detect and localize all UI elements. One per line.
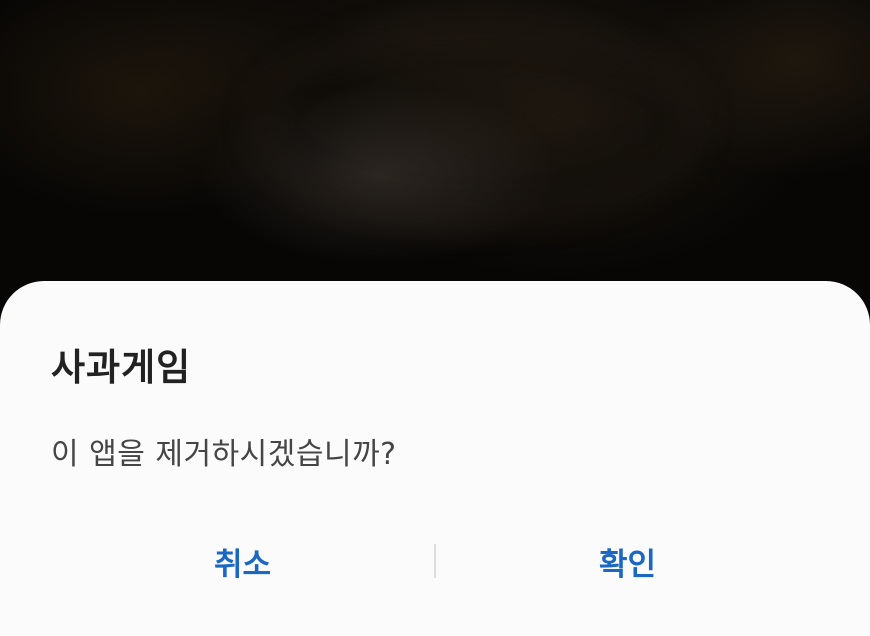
uninstall-dialog: 사과게임 이 앱을 제거하시겠습니까? 취소 확인: [0, 281, 870, 636]
blurred-background-image: [250, 20, 706, 226]
dialog-title: 사과게임: [51, 346, 192, 389]
screen: 사과게임 이 앱을 제거하시겠습니까? 취소 확인: [0, 0, 870, 636]
cancel-button[interactable]: 취소: [51, 521, 434, 601]
confirm-button[interactable]: 확인: [436, 521, 819, 601]
dialog-actions: 취소 확인: [51, 521, 819, 601]
dialog-message: 이 앱을 제거하시겠습니까?: [51, 437, 397, 472]
